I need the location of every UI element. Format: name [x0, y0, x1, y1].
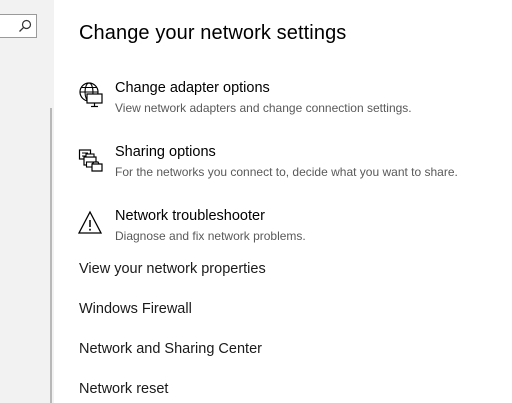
- view-network-properties-link[interactable]: View your network properties: [79, 261, 266, 277]
- globe-monitor-icon: [79, 82, 103, 108]
- left-scrollbar[interactable]: [50, 108, 52, 403]
- search-icon[interactable]: [18, 19, 32, 33]
- network-sharing-center-link[interactable]: Network and Sharing Center: [79, 341, 262, 357]
- search-input[interactable]: [0, 14, 37, 38]
- windows-firewall-link[interactable]: Windows Firewall: [79, 301, 192, 317]
- page-title: Change your network settings: [79, 22, 347, 44]
- sharing-options-description: For the networks you connect to, decide …: [115, 165, 458, 179]
- left-pane: [0, 0, 54, 403]
- warning-icon: [78, 210, 103, 234]
- network-troubleshooter-description: Diagnose and fix network problems.: [115, 229, 306, 243]
- sharing-printer-icon: [78, 149, 103, 172]
- network-reset-link[interactable]: Network reset: [79, 381, 168, 397]
- change-adapter-options-label: Change adapter options: [115, 80, 270, 96]
- network-troubleshooter-label: Network troubleshooter: [115, 208, 265, 224]
- change-adapter-options-description: View network adapters and change connect…: [115, 101, 412, 115]
- sharing-options-label: Sharing options: [115, 144, 216, 160]
